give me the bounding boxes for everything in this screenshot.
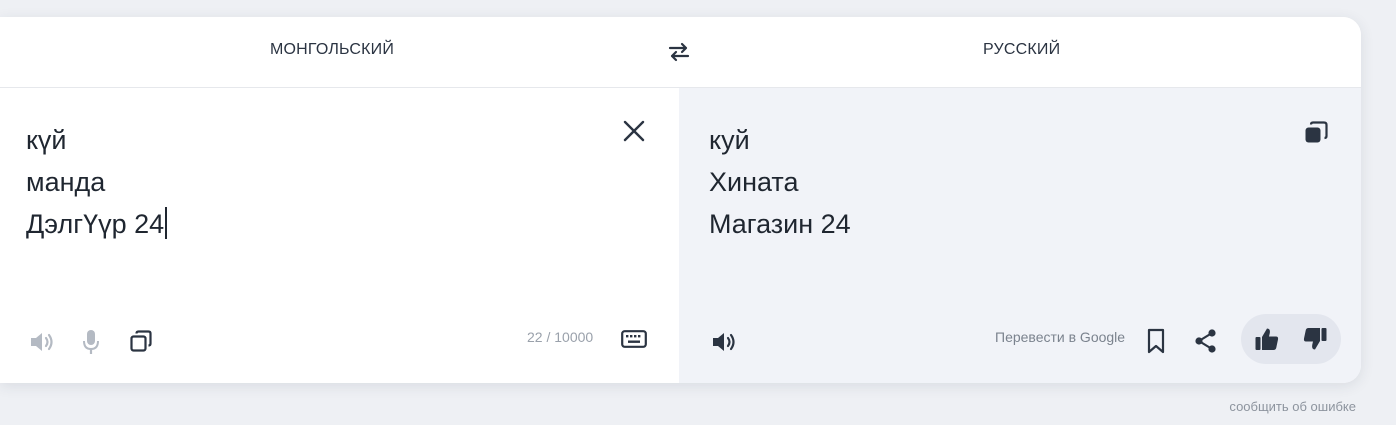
clear-text-button[interactable] — [622, 119, 646, 143]
translation-line-2: Хината — [709, 167, 799, 197]
like-button[interactable] — [1254, 326, 1280, 352]
listen-source-button[interactable] — [28, 329, 56, 355]
virtual-keyboard-button[interactable] — [621, 329, 647, 349]
translation-line-3: Магазин 24 — [709, 209, 851, 239]
source-text-input[interactable]: күй манда ДэлгҮүр 24 — [26, 119, 167, 245]
listen-translation-button[interactable] — [710, 329, 738, 355]
close-icon — [622, 119, 646, 143]
target-language-selector[interactable]: РУССКИЙ — [983, 41, 1060, 59]
dislike-button[interactable] — [1302, 326, 1328, 352]
translate-in-google-link[interactable]: Перевести в Google — [995, 329, 1125, 345]
translation-pane: куй Хината Магазин 24 Перевести в Google — [679, 88, 1361, 383]
copy-icon — [129, 329, 153, 353]
share-button[interactable] — [1193, 328, 1219, 354]
translation-output: куй Хината Магазин 24 — [709, 119, 851, 245]
character-counter: 22 / 10000 — [527, 329, 594, 345]
bookmark-button[interactable] — [1146, 328, 1166, 354]
thumbs-down-icon — [1302, 326, 1328, 352]
voice-input-button[interactable] — [81, 328, 101, 356]
swap-languages-button[interactable] — [666, 39, 692, 65]
text-caret — [165, 207, 167, 239]
share-icon — [1193, 328, 1219, 354]
thumbs-up-icon — [1254, 326, 1280, 352]
swap-arrows-icon — [666, 42, 692, 69]
language-bar: МОНГОЛЬСКИЙ РУССКИЙ — [0, 17, 1361, 88]
speaker-icon — [28, 329, 56, 355]
source-line-3: ДэлгҮүр 24 — [26, 203, 167, 245]
copy-source-button[interactable] — [129, 329, 153, 353]
source-line-1: күй — [26, 125, 67, 155]
microphone-icon — [81, 328, 101, 356]
copy-translation-button[interactable] — [1304, 121, 1328, 145]
speaker-icon — [710, 329, 738, 355]
translation-line-1: куй — [709, 125, 750, 155]
feedback-group — [1241, 314, 1341, 364]
translator-card: МОНГОЛЬСКИЙ РУССКИЙ күй манда ДэлгҮүр 24 — [0, 17, 1361, 383]
source-pane: күй манда ДэлгҮүр 24 22 / 10000 — [0, 88, 679, 383]
report-error-link[interactable]: сообщить об ошибке — [1229, 399, 1356, 414]
bookmark-icon — [1146, 328, 1166, 354]
source-line-2: манда — [26, 167, 106, 197]
source-language-selector[interactable]: МОНГОЛЬСКИЙ — [270, 41, 394, 59]
keyboard-icon — [621, 329, 647, 349]
copy-icon — [1304, 121, 1328, 145]
